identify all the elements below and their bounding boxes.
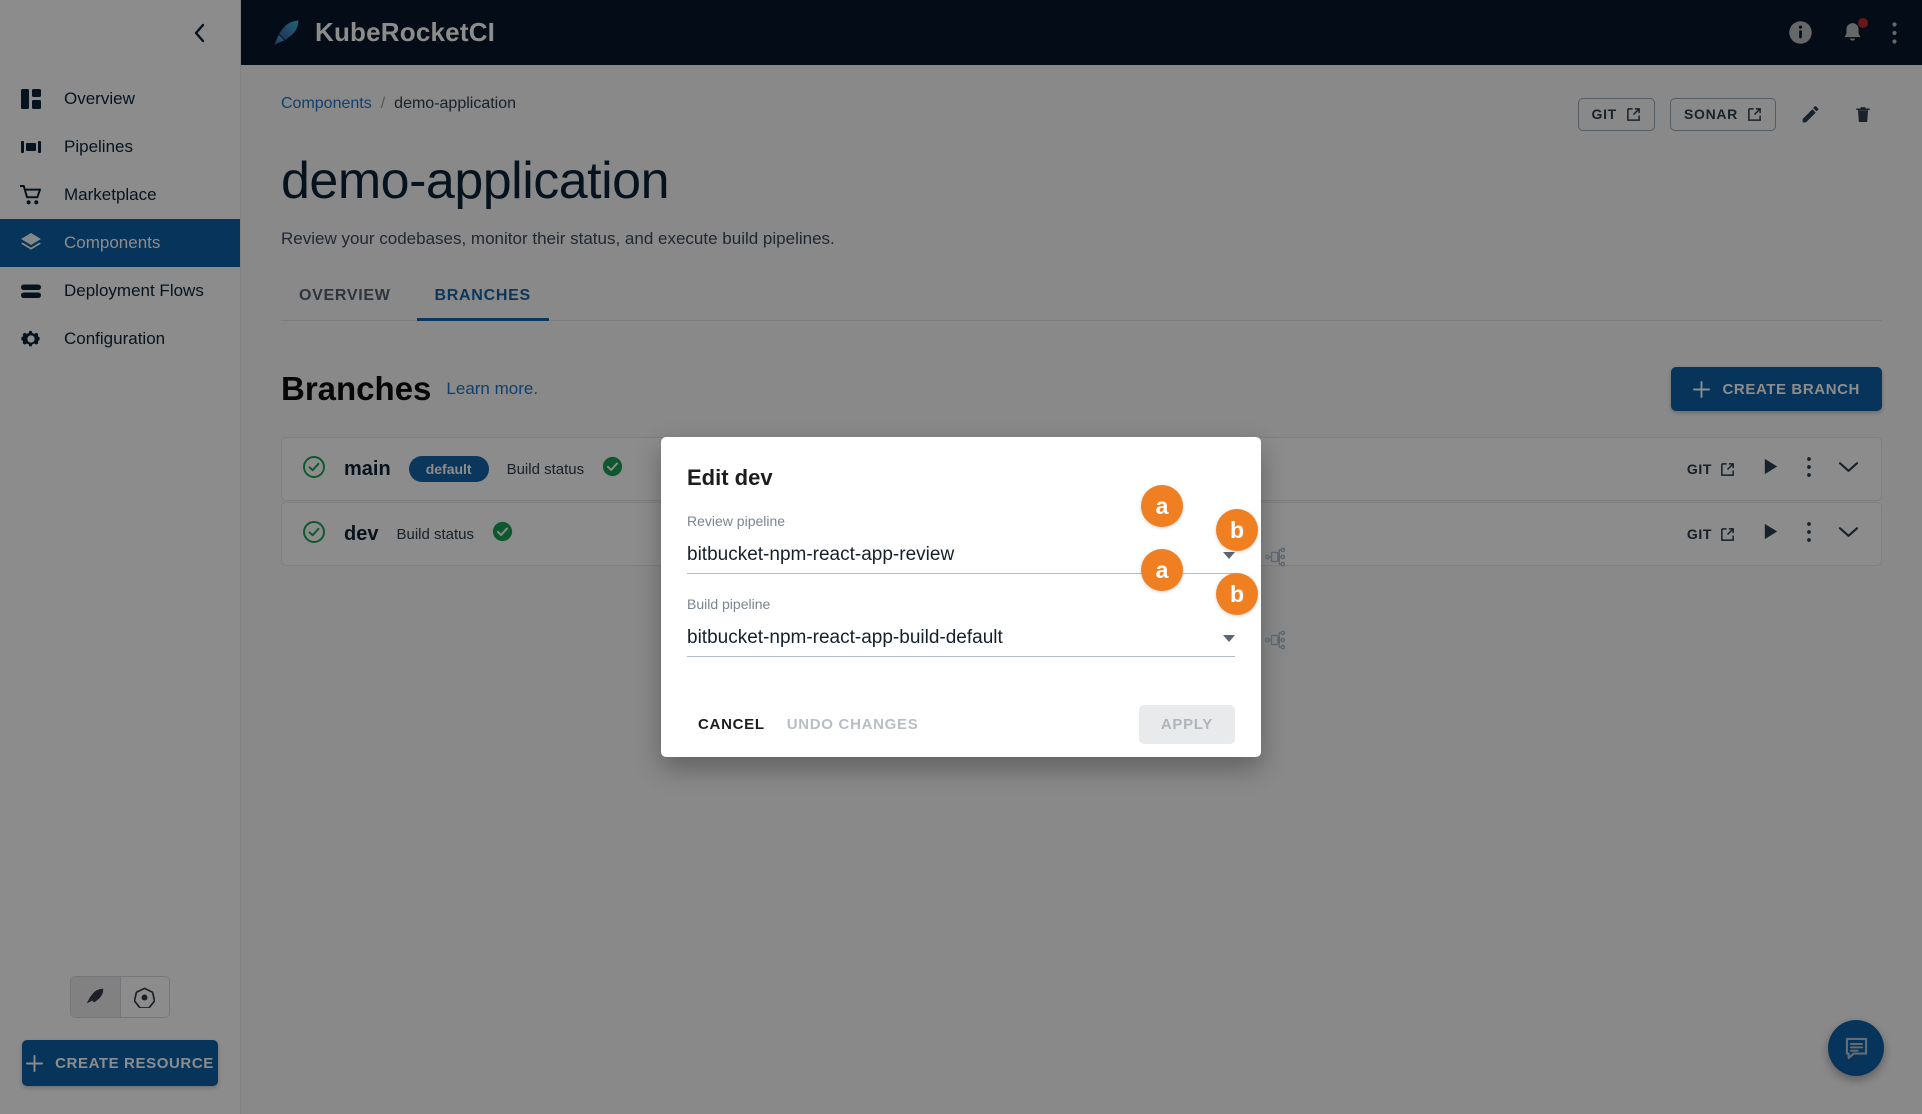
- undo-changes-button[interactable]: UNDO CHANGES: [776, 707, 930, 742]
- dialog-footer: CANCEL UNDO CHANGES APPLY: [687, 691, 1235, 757]
- annotation-marker-b-review: b: [1216, 509, 1258, 551]
- build-pipeline-value: bitbucket-npm-react-app-build-default: [687, 627, 1003, 649]
- edit-branch-dialog: Edit dev Review pipeline bitbucket-npm-r…: [661, 437, 1261, 757]
- apply-button[interactable]: APPLY: [1139, 705, 1235, 744]
- pipeline-tree-icon: [1265, 630, 1287, 650]
- cancel-button[interactable]: CANCEL: [687, 707, 776, 742]
- annotation-marker-a-review: a: [1141, 485, 1183, 527]
- chevron-down-icon[interactable]: [1223, 635, 1235, 642]
- review-pipeline-tree-button[interactable]: [1265, 547, 1287, 567]
- pipeline-tree-icon: [1265, 547, 1287, 567]
- build-pipeline-select[interactable]: bitbucket-npm-react-app-build-default: [687, 620, 1235, 657]
- review-pipeline-value: bitbucket-npm-react-app-review: [687, 544, 954, 566]
- build-pipeline-tree-button[interactable]: [1265, 630, 1287, 650]
- build-pipeline-field: Build pipeline bitbucket-npm-react-app-b…: [687, 596, 1235, 657]
- chevron-down-icon[interactable]: [1223, 552, 1235, 559]
- annotation-marker-a-build: a: [1141, 549, 1183, 591]
- build-pipeline-label: Build pipeline: [687, 596, 1235, 612]
- annotation-marker-b-build: b: [1216, 573, 1258, 615]
- app-root: Overview Pipelines Marketplace Component…: [0, 0, 1922, 1114]
